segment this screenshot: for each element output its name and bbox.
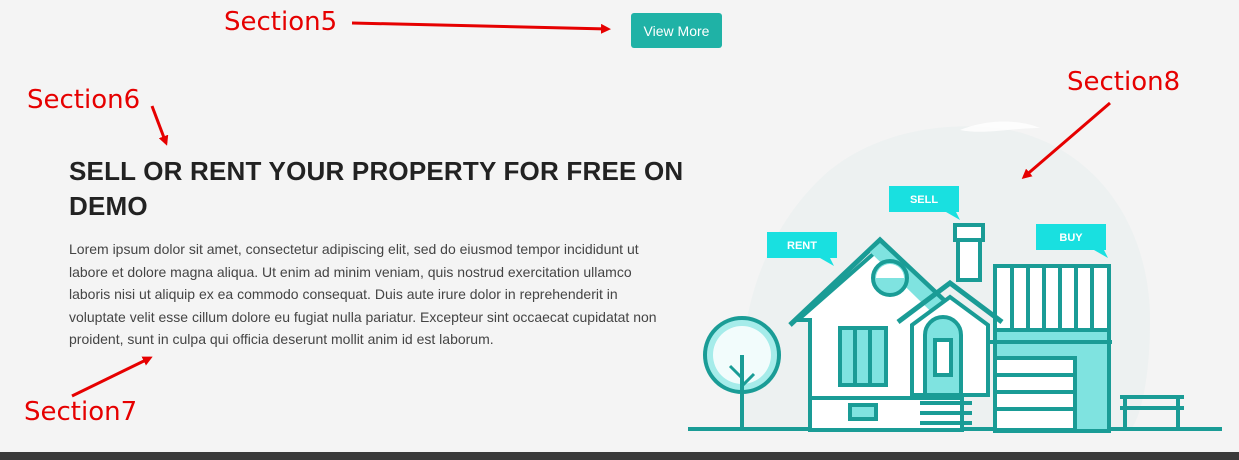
chimney — [953, 223, 985, 282]
annotation-section7-label: Section7 — [24, 397, 138, 427]
house-illustration: RENT SELL BUY — [688, 121, 1222, 433]
garage — [990, 264, 1112, 433]
section5-arrow — [351, 21, 611, 34]
rent-sign-label: RENT — [787, 240, 817, 252]
view-more-button[interactable]: View More — [631, 13, 722, 48]
footer-strip — [0, 452, 1239, 460]
annotation-section5-label: Section5 — [224, 7, 338, 37]
section6-arrow — [150, 105, 169, 146]
annotation-section6-label: Section6 — [27, 85, 141, 115]
buy-sign-label: BUY — [1059, 232, 1083, 244]
sell-sign-label: SELL — [910, 194, 938, 206]
section-headline: SELL OR RENT YOUR PROPERTY FOR FREE ON D… — [69, 156, 684, 221]
section7-arrow — [71, 356, 153, 398]
section-description: Lorem ipsum dolor sit amet, consectetur … — [69, 241, 657, 348]
annotation-section8-label: Section8 — [1067, 67, 1181, 97]
illustration-blob-accent — [960, 121, 1040, 132]
